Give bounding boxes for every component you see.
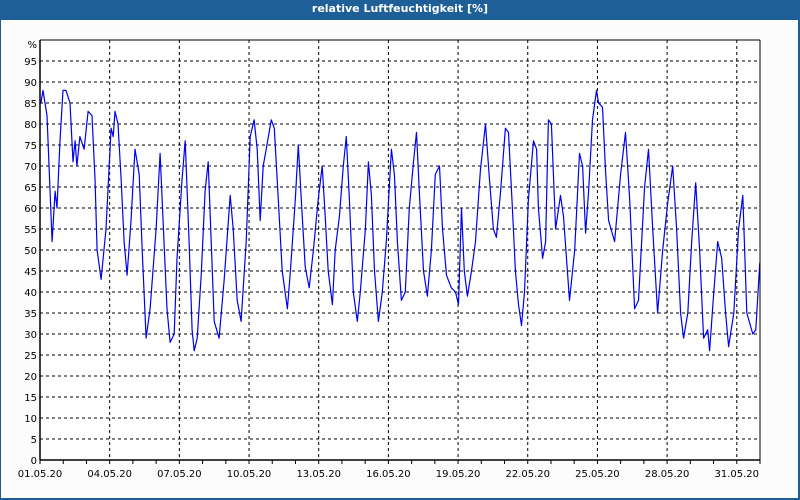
y-tick-label: 5 bbox=[31, 435, 37, 446]
x-tick-label: 10.05.20 bbox=[227, 469, 272, 480]
y-tick-label: 70 bbox=[24, 162, 37, 173]
y-tick-label: 95 bbox=[24, 57, 37, 68]
y-tick-label: 90 bbox=[24, 78, 37, 89]
y-tick-label: 80 bbox=[24, 120, 37, 131]
x-tick-label: 19.05.20 bbox=[436, 469, 481, 480]
y-tick-label: 50 bbox=[24, 246, 37, 257]
y-tick-label: 45 bbox=[24, 267, 37, 278]
x-tick-label: 01.05.20 bbox=[18, 469, 63, 480]
x-tick-label: 25.05.20 bbox=[575, 469, 620, 480]
x-tick-label: 13.05.20 bbox=[296, 469, 341, 480]
y-tick-label: 0 bbox=[31, 456, 37, 467]
y-tick-label: 60 bbox=[24, 204, 37, 215]
chart-window: relative Luftfeuchtigkeit [%] 0 5 10 15 20 25… bbox=[0, 0, 800, 500]
y-tick-label: 65 bbox=[24, 183, 37, 194]
y-tick-label: 55 bbox=[24, 225, 37, 236]
y-tick-label: 20 bbox=[24, 372, 37, 383]
y-tick-label: 25 bbox=[24, 351, 37, 362]
y-tick-label: 10 bbox=[24, 414, 37, 425]
y-tick-label: 15 bbox=[24, 393, 37, 404]
humidity-chart: 0 5 10 15 20 25 30 35 40 45 50 55 60 65 70 75 80 85 90 95% 0… bbox=[18, 39, 761, 480]
y-tick-label: 35 bbox=[24, 309, 37, 320]
y-tick-label: 75 bbox=[24, 141, 37, 152]
x-tick-label: 16.05.20 bbox=[366, 469, 411, 480]
x-tick-label: 31.05.20 bbox=[715, 469, 760, 480]
x-tick-label: 04.05.20 bbox=[87, 469, 132, 480]
x-tick-label: 22.05.20 bbox=[505, 469, 550, 480]
x-tick-label: 07.05.20 bbox=[157, 469, 202, 480]
y-tick-label: 40 bbox=[24, 288, 37, 299]
x-tick-label: 28.05.20 bbox=[645, 469, 690, 480]
y-axis-unit-label: % bbox=[27, 40, 37, 51]
y-tick-label: 85 bbox=[24, 99, 37, 110]
y-tick-label: 30 bbox=[24, 330, 37, 341]
